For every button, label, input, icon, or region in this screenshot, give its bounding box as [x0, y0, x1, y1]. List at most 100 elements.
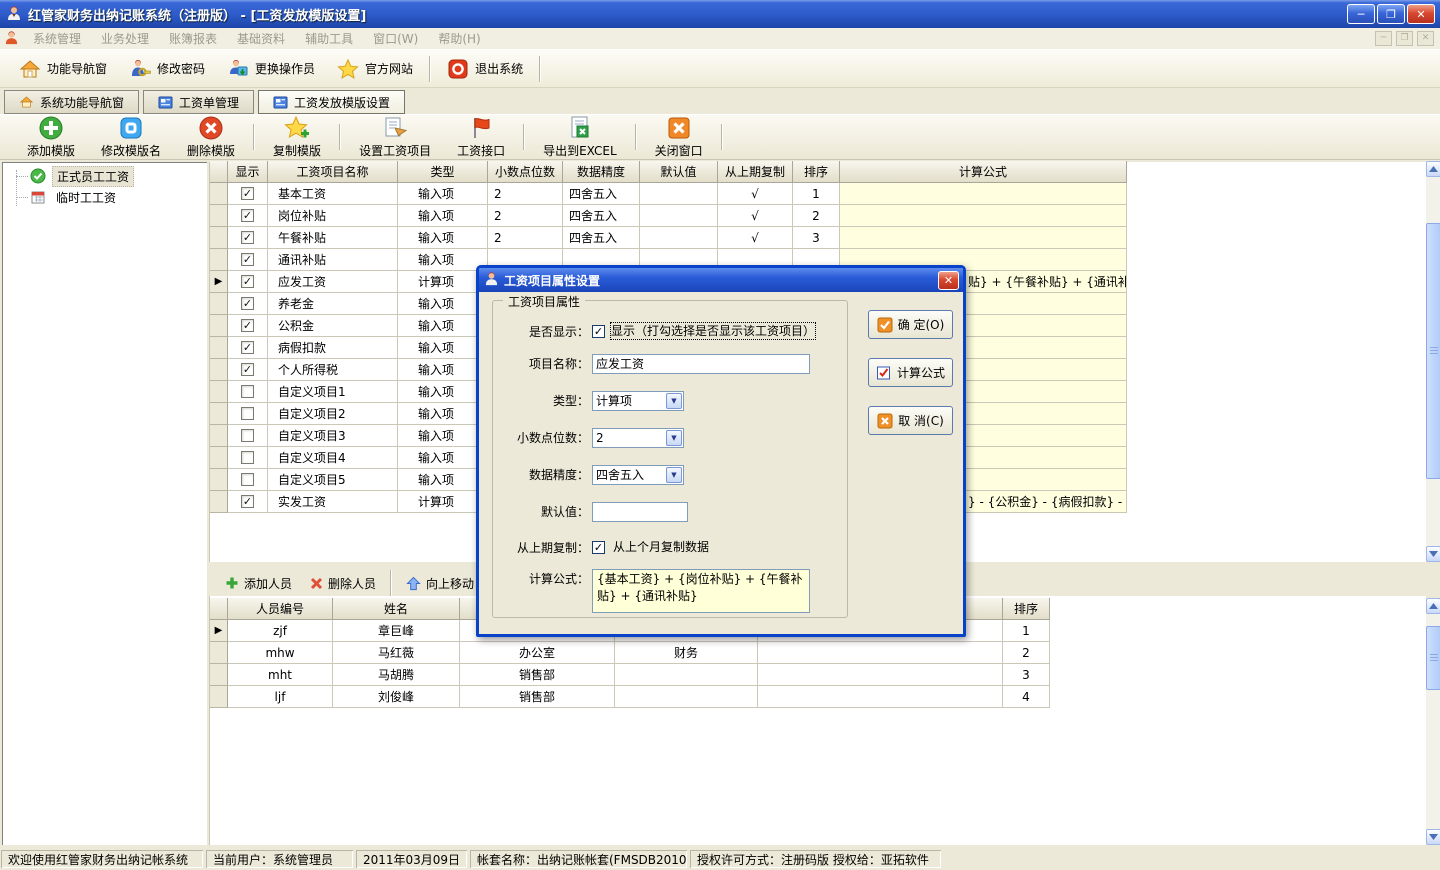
column-header-工资项目名称[interactable]: 工资项目名称 [268, 161, 398, 183]
cell-show[interactable] [228, 381, 268, 403]
copy-previous-checkbox[interactable]: ✓ [592, 541, 605, 554]
cell-show[interactable]: ✓ [228, 293, 268, 315]
cell-name[interactable]: 养老金 [268, 293, 398, 315]
cell-precision[interactable]: 四舍五入 [563, 227, 640, 249]
cell-type[interactable]: 计算项 [398, 491, 488, 513]
cell-show[interactable]: ✓ [228, 249, 268, 271]
向上移动-button[interactable]: 向上移动 [397, 573, 483, 594]
mdi-close-icon[interactable]: ✕ [1417, 31, 1434, 46]
cell-person-code[interactable]: mht [228, 664, 333, 686]
column-header-人员编号[interactable]: 人员编号 [228, 598, 333, 620]
cancel-button[interactable]: 取 消(C) [868, 406, 953, 435]
menu-item[interactable]: 帮助(H) [428, 32, 490, 46]
cell-show[interactable]: ✓ [228, 359, 268, 381]
items-scrollbar[interactable] [1426, 161, 1440, 562]
menu-item[interactable]: 系统管理 [23, 32, 91, 46]
cell-decimals[interactable]: 2 [488, 227, 563, 249]
cell-person-code[interactable]: ljf [228, 686, 333, 708]
row-selector[interactable] [210, 359, 228, 381]
设置工资项目-button[interactable]: 设置工资项目 [346, 114, 444, 160]
show-checkbox[interactable]: ✓ [241, 231, 254, 244]
cell-formula[interactable] [840, 183, 1127, 205]
tree-item-正式员工工资[interactable]: 正式员工工资 [30, 166, 134, 186]
chevron-down-icon[interactable]: ▼ [666, 430, 682, 446]
cell-person-code[interactable]: zjf [228, 620, 333, 642]
show-checkbox[interactable]: ✓ [241, 363, 254, 376]
cell-department[interactable]: 销售部 [460, 686, 615, 708]
cell-decimals[interactable]: 2 [488, 205, 563, 227]
scroll-up-icon[interactable] [1426, 161, 1440, 177]
ok-button[interactable]: 确 定(O) [868, 310, 953, 339]
row-selector[interactable] [210, 642, 228, 664]
cell-name[interactable]: 自定义项目5 [268, 469, 398, 491]
cell-show[interactable]: ✓ [228, 491, 268, 513]
show-checkbox[interactable]: ✓ [241, 187, 254, 200]
cell-duty[interactable] [615, 686, 758, 708]
show-checkbox[interactable]: ✓ [241, 341, 254, 354]
cell-type[interactable]: 计算项 [398, 271, 488, 293]
show-checkbox[interactable] [241, 385, 254, 398]
show-checkbox[interactable] [241, 451, 254, 464]
cell-order[interactable]: 4 [1003, 686, 1050, 708]
cell-person-name[interactable]: 马胡腾 [333, 664, 460, 686]
cell-person-name[interactable]: 章巨峰 [333, 620, 460, 642]
row-selector[interactable]: ▶ [210, 271, 228, 293]
show-checkbox[interactable]: ✓ [241, 275, 254, 288]
cell-duty[interactable]: 财务 [615, 642, 758, 664]
cell-type[interactable]: 输入项 [398, 227, 488, 249]
show-checkbox[interactable]: ✓ [241, 495, 254, 508]
tab-工资单管理[interactable]: 工资单管理 [143, 90, 254, 114]
cell-order[interactable]: 3 [793, 227, 840, 249]
row-selector[interactable] [210, 425, 228, 447]
cell-name[interactable]: 午餐补贴 [268, 227, 398, 249]
column-header-类型[interactable]: 类型 [398, 161, 488, 183]
cell-type[interactable]: 输入项 [398, 381, 488, 403]
cell-formula[interactable] [840, 205, 1127, 227]
column-header-数据精度[interactable]: 数据精度 [563, 161, 640, 183]
官方网站-button[interactable]: 官方网站 [326, 54, 424, 84]
formula-button[interactable]: 计算公式 [868, 358, 953, 387]
menu-item[interactable]: 账簿报表 [159, 32, 227, 46]
cell-decimals[interactable]: 2 [488, 183, 563, 205]
column-header-姓名[interactable]: 姓名 [333, 598, 460, 620]
cell-person-name[interactable]: 刘俊峰 [333, 686, 460, 708]
precision-select[interactable]: 四舍五入 ▼ [592, 465, 684, 485]
chevron-down-icon[interactable]: ▼ [666, 467, 682, 483]
cell-type[interactable]: 输入项 [398, 293, 488, 315]
row-selector[interactable] [210, 686, 228, 708]
menu-item[interactable]: 业务处理 [91, 32, 159, 46]
column-header-显示[interactable]: 显示 [228, 161, 268, 183]
column-header-默认值[interactable]: 默认值 [640, 161, 718, 183]
show-checkbox[interactable] [241, 473, 254, 486]
column-header-排序[interactable]: 排序 [793, 161, 840, 183]
删除模版-button[interactable]: 删除模版 [174, 114, 248, 160]
mdi-minimize-icon[interactable]: ─ [1375, 31, 1392, 46]
formula-textarea[interactable]: {基本工资} + {岗位补贴} + {午餐补贴} + {通讯补贴} [592, 569, 810, 613]
row-selector[interactable] [210, 183, 228, 205]
cell-default[interactable] [640, 205, 718, 227]
close-button[interactable]: ✕ [1407, 4, 1435, 24]
menu-item[interactable]: 辅助工具 [295, 32, 363, 46]
cell-default[interactable] [640, 227, 718, 249]
show-checkbox[interactable]: ✓ [241, 319, 254, 332]
cell-name[interactable]: 自定义项目2 [268, 403, 398, 425]
cell-type[interactable]: 输入项 [398, 249, 488, 271]
cell-type[interactable]: 输入项 [398, 359, 488, 381]
chevron-down-icon[interactable]: ▼ [666, 393, 682, 409]
scrollbar-thumb[interactable] [1426, 626, 1440, 690]
cell-order[interactable]: 1 [793, 183, 840, 205]
column-header-从上期复制[interactable]: 从上期复制 [718, 161, 793, 183]
cell-extra[interactable] [758, 642, 1003, 664]
row-selector[interactable] [210, 403, 228, 425]
cell-type[interactable]: 输入项 [398, 403, 488, 425]
menu-item[interactable]: 基础资料 [227, 32, 295, 46]
menu-item[interactable]: 窗口(W) [363, 32, 428, 46]
row-selector[interactable] [210, 337, 228, 359]
mdi-restore-icon[interactable]: ❐ [1396, 31, 1413, 46]
cell-precision[interactable]: 四舍五入 [563, 183, 640, 205]
show-checkbox[interactable]: ✓ [241, 209, 254, 222]
cell-duty[interactable] [615, 664, 758, 686]
cell-name[interactable]: 通讯补贴 [268, 249, 398, 271]
添加模版-button[interactable]: 添加模版 [14, 114, 88, 160]
row-selector[interactable]: ▶ [210, 620, 228, 642]
